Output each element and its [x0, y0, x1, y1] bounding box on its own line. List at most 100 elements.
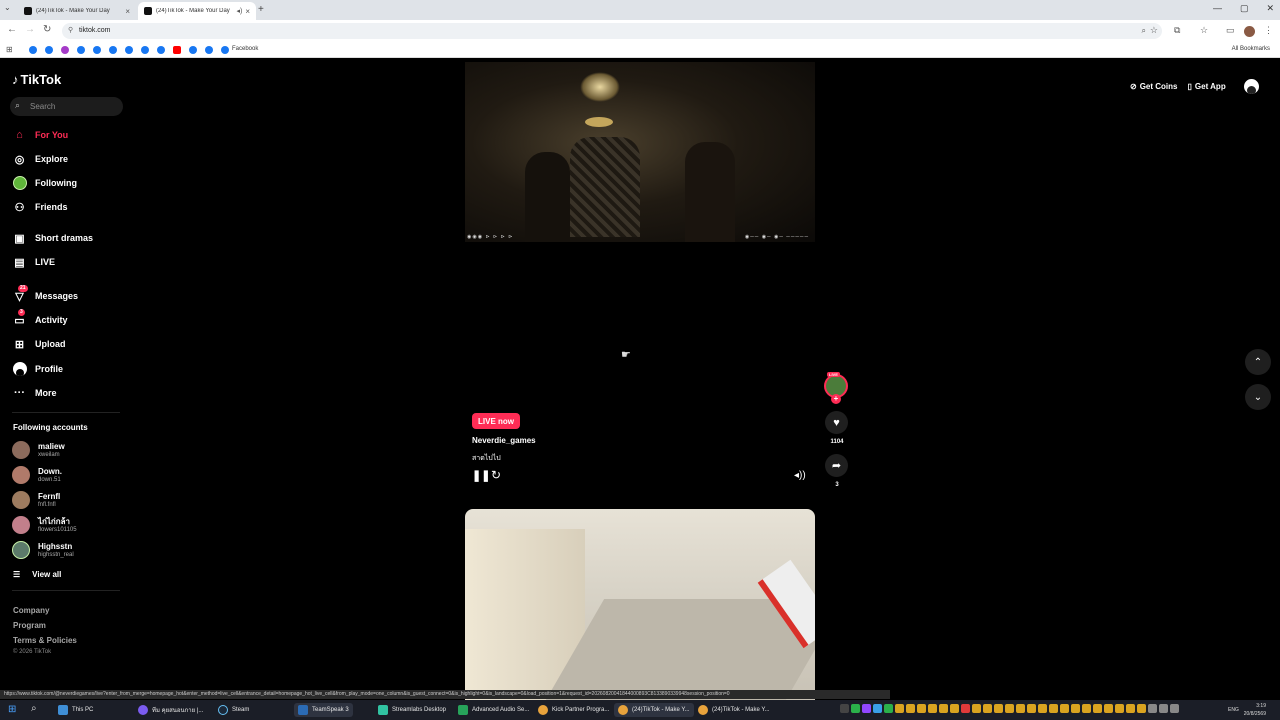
taskbar-clock[interactable]: 3:19 20/8/2569	[1244, 702, 1266, 718]
back-icon[interactable]: ←	[7, 24, 17, 35]
user-avatar[interactable]	[1243, 79, 1259, 94]
nav-more[interactable]: ··· More	[12, 384, 122, 402]
get-app-button[interactable]: ▯ Get App	[1187, 82, 1225, 91]
footer-company-link[interactable]: Company	[13, 606, 49, 615]
scroll-down-button[interactable]: ⌄	[1245, 384, 1271, 410]
speaker-icon[interactable]: ◂)	[236, 7, 242, 15]
taskbar-item[interactable]: Streamlabs Desktop	[374, 703, 450, 717]
tray-icon[interactable]	[1126, 704, 1135, 713]
tray-icon[interactable]	[1038, 704, 1047, 713]
nav-upload[interactable]: ⊞ Upload	[12, 335, 122, 353]
tray-icon[interactable]	[862, 704, 871, 713]
site-info-icon[interactable]: ⚲	[68, 26, 73, 34]
facebook-bookmark-icon[interactable]	[109, 46, 117, 54]
tray-icon[interactable]	[1071, 704, 1080, 713]
bookmark-star-icon[interactable]: ☆	[1150, 25, 1158, 36]
tray-icon[interactable]	[950, 704, 959, 713]
tray-icon[interactable]	[1005, 704, 1014, 713]
following-account[interactable]: ไก่ไก่กล้า flowers101105	[12, 514, 77, 536]
taskbar-item[interactable]: (24)TikTok - Make Y...	[614, 703, 694, 717]
nav-activity[interactable]: ▭ 3 Activity	[12, 308, 122, 329]
taskbar-search-icon[interactable]: ⌕	[31, 703, 37, 714]
apps-grid-icon[interactable]: ⊞	[6, 45, 13, 54]
maximize-icon[interactable]: ▢	[1240, 3, 1249, 14]
twitch-bookmark-icon[interactable]	[61, 46, 69, 54]
tray-icon[interactable]	[1082, 704, 1091, 713]
tray-icon[interactable]	[1115, 704, 1124, 713]
close-tab-icon[interactable]: ×	[245, 7, 250, 16]
tray-icon[interactable]	[851, 704, 860, 713]
extensions-icon[interactable]: ⧉	[1174, 25, 1180, 36]
scroll-up-button[interactable]: ⌃	[1245, 349, 1271, 375]
tray-icon[interactable]	[928, 704, 937, 713]
view-all-button[interactable]: ☰ View all	[13, 570, 61, 579]
live-now-badge[interactable]: LIVE now	[472, 413, 520, 429]
footer-terms-link[interactable]: Terms & Policies	[13, 636, 77, 645]
tray-icon[interactable]	[1148, 704, 1157, 713]
reload-icon[interactable]: ↻	[43, 24, 51, 35]
nav-following[interactable]: Following	[12, 174, 122, 192]
streamer-name[interactable]: Neverdie_games	[472, 436, 536, 445]
search-input[interactable]	[30, 100, 120, 113]
facebook-bookmark-icon[interactable]	[93, 46, 101, 54]
tray-icon[interactable]	[983, 704, 992, 713]
pause-icon[interactable]: ❚❚	[472, 469, 490, 482]
tray-icon[interactable]	[884, 704, 893, 713]
tray-icon[interactable]	[1104, 704, 1113, 713]
tray-icon[interactable]	[906, 704, 915, 713]
refresh-icon[interactable]: ↻	[491, 468, 501, 482]
close-window-icon[interactable]: ✕	[1266, 3, 1274, 14]
tab-search-icon[interactable]: ⌄	[4, 3, 11, 12]
facebook-bookmark-icon[interactable]	[77, 46, 85, 54]
address-bar[interactable]: ⚲ tiktok.com ⌕ ☆	[62, 23, 1162, 39]
search-box[interactable]: ⌕	[10, 97, 123, 116]
tray-icon[interactable]	[1016, 704, 1025, 713]
tray-icon[interactable]	[1093, 704, 1102, 713]
facebook-bookmark-icon[interactable]	[125, 46, 133, 54]
language-indicator[interactable]: ENG	[1228, 707, 1239, 713]
tray-icon[interactable]	[1060, 704, 1069, 713]
tray-icon[interactable]	[895, 704, 904, 713]
following-account[interactable]: maliew xweilam	[12, 439, 65, 461]
nav-friends[interactable]: ⚇ Friends	[12, 198, 122, 216]
tray-icon[interactable]	[873, 704, 882, 713]
all-bookmarks-label[interactable]: All Bookmarks	[1232, 46, 1270, 52]
next-video-thumbnail[interactable]	[465, 509, 815, 700]
tray-icon[interactable]	[1049, 704, 1058, 713]
tray-icon[interactable]	[1027, 704, 1036, 713]
nav-for-you[interactable]: ⌂ For You	[12, 126, 122, 144]
tray-icon[interactable]	[917, 704, 926, 713]
share-button[interactable]: ➦	[825, 454, 848, 477]
facebook-bookmark-icon[interactable]	[221, 46, 229, 54]
windows-start-icon[interactable]: ⊞	[8, 704, 16, 715]
nav-messages[interactable]: ▽ 21 Messages	[12, 284, 122, 305]
facebook-bookmark-icon[interactable]	[189, 46, 197, 54]
following-account[interactable]: Highsstn highsstn_real	[12, 539, 74, 561]
facebook-bookmark-label[interactable]: Facebook	[232, 46, 258, 52]
facebook-bookmark-icon[interactable]	[29, 46, 37, 54]
volume-icon[interactable]: ◂))	[794, 470, 806, 481]
taskbar-item[interactable]: Advanced Audio Se...	[454, 703, 533, 717]
taskbar-item[interactable]: TeamSpeak 3	[294, 703, 353, 717]
minimize-icon[interactable]: —	[1213, 3, 1222, 14]
taskbar-item[interactable]: Steam	[214, 703, 253, 717]
like-button[interactable]: ♥	[825, 411, 848, 434]
footer-program-link[interactable]: Program	[13, 621, 46, 630]
close-tab-icon[interactable]: ×	[125, 7, 130, 16]
following-account[interactable]: Down. down.51	[12, 464, 62, 486]
get-coins-button[interactable]: ⊘ Get Coins	[1130, 82, 1177, 91]
menu-icon[interactable]: ⋮	[1264, 25, 1273, 36]
taskbar-item[interactable]: Kick Partner Progra...	[534, 703, 613, 717]
tray-icon[interactable]	[840, 704, 849, 713]
nav-explore[interactable]: ◎ Explore	[12, 150, 122, 168]
sidebar-icon[interactable]: ▭	[1226, 25, 1235, 36]
tray-icon[interactable]	[939, 704, 948, 713]
tray-icon[interactable]	[1137, 704, 1146, 713]
facebook-bookmark-icon[interactable]	[205, 46, 213, 54]
tray-icon[interactable]	[961, 704, 970, 713]
facebook-bookmark-icon[interactable]	[157, 46, 165, 54]
zoom-icon[interactable]: ⌕	[1142, 26, 1146, 36]
follow-plus-icon[interactable]: +	[831, 394, 841, 404]
previous-video-thumbnail[interactable]: ◉◉◉ ⊳ ⊳ ⊳ ⊳ ◉── ◉─ ◉─ ─────	[465, 62, 815, 242]
taskbar-item[interactable]: (24)TikTok - Make Y...	[694, 703, 774, 717]
